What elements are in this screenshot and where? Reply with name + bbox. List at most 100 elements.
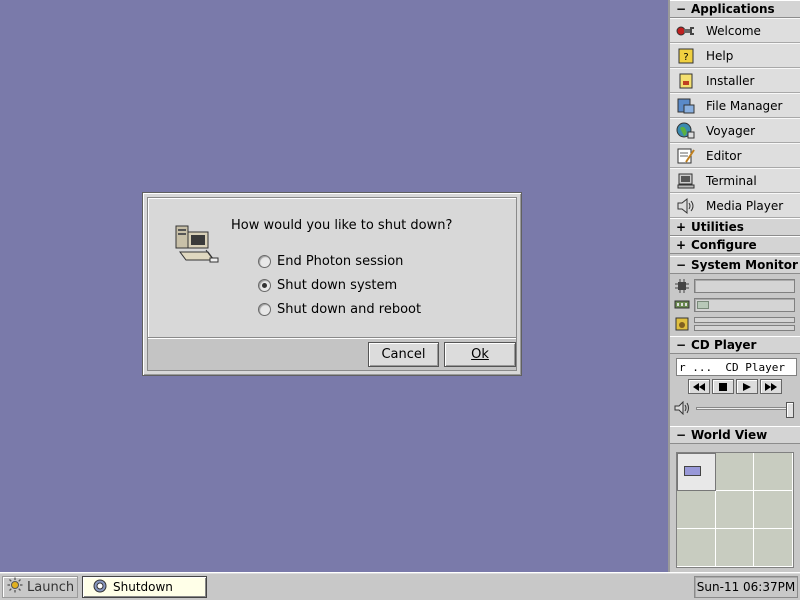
memory-monitor-row: [670, 295, 800, 314]
stop-icon: [719, 382, 727, 391]
fast-forward-button[interactable]: [760, 379, 782, 394]
option-label: End Photon session: [277, 253, 404, 269]
volume-slider[interactable]: [696, 402, 794, 418]
terminal-icon: [676, 171, 696, 191]
media-player-icon: [676, 196, 696, 216]
section-title: Utilities: [691, 220, 744, 234]
task-button-shutdown[interactable]: Shutdown: [82, 576, 207, 598]
volume-ticks: [698, 413, 786, 415]
rewind-icon: [693, 382, 705, 391]
cd-player-header[interactable]: − CD Player: [670, 336, 800, 354]
utilities-header[interactable]: + Utilities: [670, 218, 800, 236]
option-shut-down-reboot[interactable]: Shut down and reboot: [258, 300, 421, 318]
option-label: Shut down system: [277, 277, 398, 293]
system-monitor-panel: [670, 274, 800, 333]
radio-button-selected[interactable]: [258, 278, 271, 292]
shutdown-dialog: How would you like to shut down? End Pho…: [142, 192, 522, 376]
memory-icon: [674, 298, 690, 312]
collapse-icon: −: [675, 258, 687, 272]
app-welcome[interactable]: Welcome: [670, 18, 800, 43]
workspace-4[interactable]: [677, 491, 716, 529]
cd-display: r ... CD Player: [676, 358, 797, 376]
play-icon: [743, 382, 751, 391]
expand-icon: +: [675, 238, 687, 252]
clock[interactable]: Sun-11 06:37PM: [694, 576, 798, 598]
memory-meter: [694, 297, 795, 312]
computer-icon: [172, 220, 220, 268]
sun-icon: [7, 577, 23, 597]
radio-button[interactable]: [258, 302, 271, 316]
workspace-3[interactable]: [754, 453, 793, 491]
shelf-panel: − Applications Welcome ? Help Installer …: [668, 0, 800, 572]
disk-meter: [694, 316, 795, 331]
applications-header[interactable]: − Applications: [670, 0, 800, 18]
app-media-player[interactable]: Media Player: [670, 193, 800, 218]
section-title: System Monitor: [691, 258, 798, 272]
app-label: Welcome: [706, 23, 761, 38]
app-help[interactable]: ? Help: [670, 43, 800, 68]
cd-controls: [670, 379, 800, 394]
collapse-icon: −: [675, 338, 687, 352]
section-title: Applications: [691, 2, 775, 16]
radio-button[interactable]: [258, 254, 271, 268]
app-label: Editor: [706, 148, 742, 163]
workspace-9[interactable]: [754, 529, 793, 567]
workspace-6[interactable]: [754, 491, 793, 529]
welcome-icon: [676, 21, 696, 41]
app-label: Terminal: [706, 173, 757, 188]
ok-button-label: Ok: [471, 347, 489, 362]
cancel-button[interactable]: Cancel: [368, 342, 439, 367]
section-title: CD Player: [691, 338, 757, 352]
disk-icon: [674, 317, 690, 331]
workspace-5[interactable]: [715, 491, 755, 529]
expand-icon: +: [675, 220, 687, 234]
app-installer[interactable]: Installer: [670, 68, 800, 93]
fast-forward-icon: [765, 382, 777, 391]
app-editor[interactable]: Editor: [670, 143, 800, 168]
collapse-icon: −: [675, 2, 687, 16]
option-label: Shut down and reboot: [277, 301, 422, 317]
workspace-1[interactable]: [677, 453, 716, 491]
cpu-meter: [694, 278, 795, 293]
stop-button[interactable]: [712, 379, 734, 394]
installer-icon: [676, 71, 696, 91]
shutdown-task-icon: [93, 579, 107, 596]
section-title: Configure: [691, 238, 757, 252]
launch-button[interactable]: Launch: [2, 576, 78, 598]
play-button[interactable]: [736, 379, 758, 394]
option-shut-down-system[interactable]: Shut down system: [258, 276, 397, 294]
volume-track: [696, 407, 788, 410]
speaker-icon: [674, 400, 690, 418]
dialog-button-bar: Cancel Ok: [148, 337, 516, 370]
launch-label: Launch: [27, 579, 75, 595]
workspace-7[interactable]: [677, 529, 716, 567]
ok-button[interactable]: Ok: [444, 342, 516, 367]
disk-meter-bar: [694, 324, 795, 331]
mini-window[interactable]: [684, 466, 701, 476]
svg-text:?: ?: [683, 52, 688, 63]
cd-player-panel: r ... CD Player: [670, 358, 800, 418]
editor-icon: [676, 146, 696, 166]
collapse-icon: −: [675, 428, 687, 442]
option-end-session[interactable]: End Photon session: [258, 252, 403, 270]
app-label: File Manager: [706, 98, 783, 113]
help-icon: ?: [676, 46, 696, 66]
world-view-pager: [676, 452, 794, 568]
voyager-icon: [676, 121, 696, 141]
disk-monitor-row: [670, 314, 800, 333]
workspace-2[interactable]: [715, 453, 755, 491]
task-label: Shutdown: [113, 580, 173, 594]
app-label: Media Player: [706, 198, 784, 213]
dialog-body: How would you like to shut down? End Pho…: [148, 198, 516, 343]
configure-header[interactable]: + Configure: [670, 236, 800, 254]
workspace-8[interactable]: [715, 529, 755, 567]
memory-meter-fill: [697, 300, 709, 309]
volume-slider-thumb[interactable]: [786, 402, 794, 418]
app-voyager[interactable]: Voyager: [670, 118, 800, 143]
world-view-header[interactable]: − World View: [670, 426, 800, 444]
app-file-manager[interactable]: File Manager: [670, 93, 800, 118]
rewind-button[interactable]: [688, 379, 710, 394]
app-terminal[interactable]: Terminal: [670, 168, 800, 193]
system-monitor-header[interactable]: − System Monitor: [670, 256, 800, 274]
section-title: World View: [691, 428, 768, 442]
